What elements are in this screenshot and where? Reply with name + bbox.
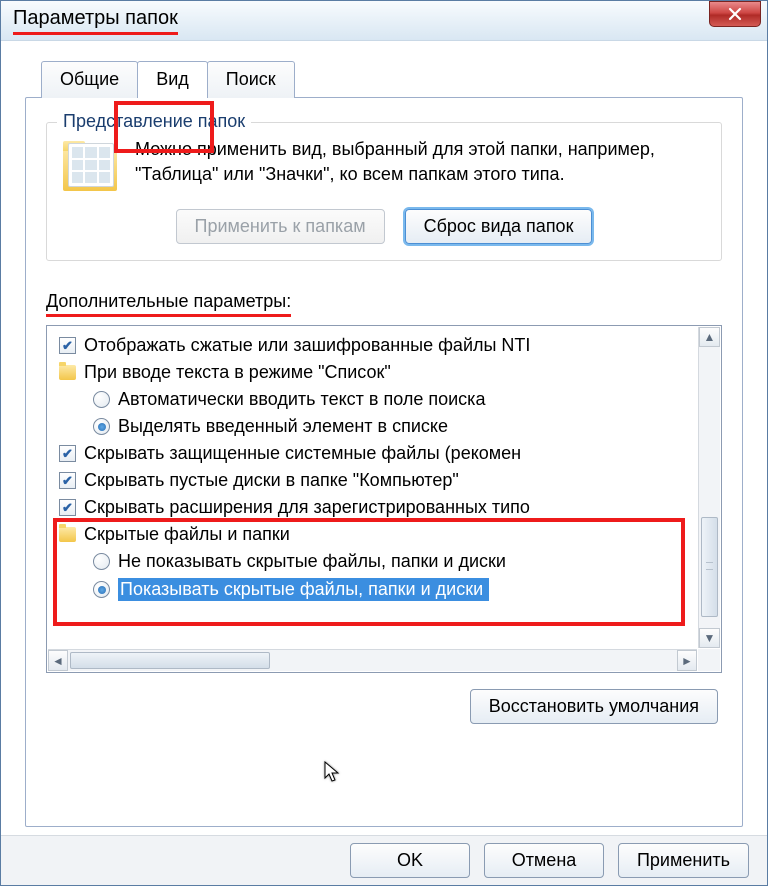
scroll-right-arrow-icon[interactable]: ► <box>677 650 697 671</box>
tree-item-label: Скрытые файлы и папки <box>84 524 290 545</box>
radio-icon[interactable] <box>93 418 110 435</box>
scroll-down-arrow-icon[interactable]: ▼ <box>699 628 720 648</box>
tree-item-label: Выделять введенный элемент в списке <box>118 416 448 437</box>
horizontal-scrollbar[interactable]: ◄ ► <box>48 649 697 671</box>
folder-icon <box>59 365 76 380</box>
folder-icon <box>63 141 117 195</box>
tree-item-hide-extensions[interactable]: Скрывать расширения для зарегистрированн… <box>55 494 691 521</box>
tree-item-label: Скрывать защищенные системные файлы (рек… <box>84 443 521 464</box>
tree-item-show-hidden[interactable]: Показывать скрытые файлы, папки и диски <box>55 575 691 604</box>
reset-folders-button[interactable]: Сброс вида папок <box>405 209 593 244</box>
restore-defaults-button[interactable]: Восстановить умолчания <box>470 689 718 724</box>
tree-item-auto-search[interactable]: Автоматически вводить текст в поле поиск… <box>55 386 691 413</box>
tree-item-highlight-typed[interactable]: Выделять введенный элемент в списке <box>55 413 691 440</box>
folder-options-dialog: Параметры папок Общие Вид Поиск Представ… <box>0 0 768 886</box>
tree-item-label: Скрывать пустые диски в папке "Компьютер… <box>84 470 459 491</box>
radio-icon[interactable] <box>93 581 110 598</box>
scroll-up-arrow-icon[interactable]: ▲ <box>699 327 720 347</box>
checkbox-icon[interactable] <box>59 499 76 516</box>
apply-button[interactable]: Применить <box>618 843 749 878</box>
scroll-corner <box>698 649 720 671</box>
radio-icon[interactable] <box>93 553 110 570</box>
tree-item-label: Показывать скрытые файлы, папки и диски <box>118 578 489 601</box>
tree-item-hide-empty-drives[interactable]: Скрывать пустые диски в папке "Компьютер… <box>55 467 691 494</box>
tree-item-label: Автоматически вводить текст в поле поиск… <box>118 389 485 410</box>
vertical-scrollbar[interactable]: ▲ ▼ <box>698 327 720 648</box>
tree-item-compressed[interactable]: Отображать сжатые или зашифрованные файл… <box>55 332 691 359</box>
checkbox-icon[interactable] <box>59 445 76 462</box>
tree-item-label: Отображать сжатые или зашифрованные файл… <box>84 335 530 356</box>
titlebar: Параметры папок <box>1 1 767 41</box>
tree-item-hide-protected[interactable]: Скрывать защищенные системные файлы (рек… <box>55 440 691 467</box>
tab-general[interactable]: Общие <box>41 61 138 98</box>
tree-item-label: Не показывать скрытые файлы, папки и дис… <box>118 551 506 572</box>
dialog-body: Общие Вид Поиск Представление папок Можн… <box>1 41 767 835</box>
radio-icon[interactable] <box>93 391 110 408</box>
close-button[interactable] <box>709 1 761 27</box>
scroll-thumb[interactable] <box>70 652 270 669</box>
tree-item-label: Скрывать расширения для зарегистрированн… <box>84 497 530 518</box>
dialog-footer: OK Отмена Применить <box>1 835 767 885</box>
folder-view-description: Можно применить вид, выбранный для этой … <box>135 137 705 187</box>
checkbox-icon[interactable] <box>59 337 76 354</box>
tab-view[interactable]: Вид <box>137 61 208 98</box>
tree-item-list-input[interactable]: При вводе текста в режиме "Список" <box>55 359 691 386</box>
advanced-settings-label: Дополнительные параметры: <box>46 291 291 317</box>
tree-item-hidden-files-group[interactable]: Скрытые файлы и папки <box>55 521 691 548</box>
cursor-icon <box>324 761 342 785</box>
tree-item-label: При вводе текста в режиме "Список" <box>84 362 391 383</box>
ok-button[interactable]: OK <box>350 843 470 878</box>
tree-item-dont-show-hidden[interactable]: Не показывать скрытые файлы, папки и дис… <box>55 548 691 575</box>
folder-view-group: Представление папок Можно применить вид,… <box>46 122 722 261</box>
cancel-button[interactable]: Отмена <box>484 843 604 878</box>
advanced-settings-tree[interactable]: Отображать сжатые или зашифрованные файл… <box>46 325 722 673</box>
apply-to-folders-button: Применить к папкам <box>176 209 385 244</box>
tab-search[interactable]: Поиск <box>207 61 295 98</box>
close-icon <box>728 7 742 21</box>
scroll-thumb[interactable] <box>701 517 718 617</box>
tab-panel-view: Представление папок Можно применить вид,… <box>25 97 743 827</box>
folder-icon <box>59 527 76 542</box>
window-title: Параметры папок <box>13 7 178 35</box>
scroll-left-arrow-icon[interactable]: ◄ <box>48 650 68 671</box>
folder-view-legend: Представление папок <box>57 111 251 132</box>
tab-strip: Общие Вид Поиск <box>41 61 743 98</box>
checkbox-icon[interactable] <box>59 472 76 489</box>
